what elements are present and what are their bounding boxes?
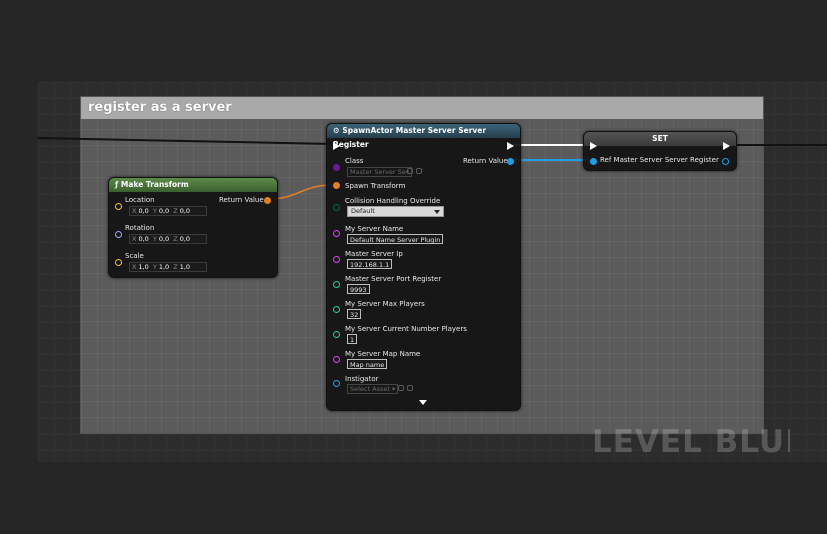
spawn-return-pin[interactable] xyxy=(507,158,514,165)
spawn-actor-node[interactable]: ⚙ SpawnActor Master Server Server Regist… xyxy=(326,123,521,411)
location-z[interactable]: 0,0 xyxy=(180,207,190,215)
set-exec-in-pin[interactable] xyxy=(590,142,597,150)
location-label: Location xyxy=(125,196,155,204)
browse-icon[interactable] xyxy=(407,168,413,174)
rotation-rotator[interactable]: X 0,0 Y 0,0 Z 0,0 xyxy=(129,234,207,244)
rotation-y[interactable]: 0,0 xyxy=(159,235,169,243)
set-node[interactable]: SET Ref Master Server Server Register xyxy=(583,131,737,171)
current-players-label: My Server Current Number Players xyxy=(345,325,467,333)
map-name-label: My Server Map Name xyxy=(345,350,421,358)
exec-in-pin[interactable] xyxy=(333,142,340,150)
chevron-down-icon xyxy=(434,210,440,214)
set-var-out-pin[interactable] xyxy=(722,158,729,165)
transform-return-label: Return Value xyxy=(219,196,264,204)
location-x[interactable]: 0,0 xyxy=(138,207,148,215)
use-selected-icon[interactable] xyxy=(407,385,413,391)
make-transform-header: ƒ Make Transform xyxy=(109,178,277,192)
ip-pin[interactable] xyxy=(333,256,340,263)
max-players-label: My Server Max Players xyxy=(345,300,425,308)
scale-pin[interactable] xyxy=(115,259,122,266)
location-pin[interactable] xyxy=(115,203,122,210)
location-vector[interactable]: X 0,0 Y 0,0 Z 0,0 xyxy=(129,206,207,216)
rotation-pin[interactable] xyxy=(115,231,122,238)
spawn-return-label: Return Value xyxy=(463,157,508,165)
set-var-label: Ref Master Server Server Register xyxy=(600,156,719,164)
current-players-pin[interactable] xyxy=(333,331,340,338)
server-name-label: My Server Name xyxy=(345,225,404,233)
exec-wire-in xyxy=(37,137,333,145)
function-icon: ƒ xyxy=(115,180,119,189)
max-players-pin[interactable] xyxy=(333,306,340,313)
rotation-x[interactable]: 0,0 xyxy=(138,235,148,243)
scale-y[interactable]: 1,0 xyxy=(159,263,169,271)
spawn-actor-header: ⚙ SpawnActor Master Server Server Regist… xyxy=(327,124,520,149)
map-name-field[interactable]: Map name xyxy=(347,359,388,369)
ip-label: Master Server Ip xyxy=(345,250,403,258)
make-transform-node[interactable]: ƒ Make Transform Location X 0,0 Y 0,0 Z 0,0… xyxy=(108,177,278,278)
class-pin[interactable] xyxy=(333,164,340,171)
collision-label: Collision Handling Override xyxy=(345,197,441,205)
rotation-z[interactable]: 0,0 xyxy=(180,235,190,243)
set-var-in-pin[interactable] xyxy=(590,158,597,165)
collision-pin[interactable] xyxy=(333,204,340,211)
max-players-field[interactable]: 32 xyxy=(347,309,362,319)
spawn-actor-title: SpawnActor Master Server Server Register xyxy=(333,126,487,149)
ip-field[interactable]: 192.168.1.1 xyxy=(347,259,393,269)
collision-dropdown[interactable]: Default xyxy=(347,206,444,217)
exec-out-pin[interactable] xyxy=(507,142,514,150)
port-field[interactable]: 9993 xyxy=(347,284,370,294)
scale-x[interactable]: 1,0 xyxy=(138,263,148,271)
set-header: SET xyxy=(584,132,736,146)
location-y[interactable]: 0,0 xyxy=(159,207,169,215)
rotation-label: Rotation xyxy=(125,224,155,232)
class-combo[interactable]: Master Server Se▾ xyxy=(347,167,413,177)
port-label: Master Server Port Register xyxy=(345,275,442,283)
class-label: Class xyxy=(345,157,364,165)
spawn-transform-pin[interactable] xyxy=(333,182,340,189)
instigator-combo[interactable]: Select Asset ▾ xyxy=(347,384,399,394)
set-title: SET xyxy=(652,134,668,143)
spawn-icon: ⚙ xyxy=(333,126,340,135)
spawn-transform-label: Spawn Transform xyxy=(345,182,406,190)
use-selected-icon[interactable] xyxy=(416,168,422,174)
browse-icon[interactable] xyxy=(398,385,404,391)
advanced-expand-icon[interactable] xyxy=(419,400,427,405)
set-exec-out-pin[interactable] xyxy=(723,142,730,150)
instigator-pin[interactable] xyxy=(333,380,340,387)
server-name-pin[interactable] xyxy=(333,230,340,237)
current-players-field[interactable]: 1 xyxy=(347,334,358,344)
scale-label: Scale xyxy=(125,252,144,260)
map-name-pin[interactable] xyxy=(333,356,340,363)
scale-vector[interactable]: X 1,0 Y 1,0 Z 1,0 xyxy=(129,262,207,272)
port-pin[interactable] xyxy=(333,281,340,288)
server-name-field[interactable]: Default Name Server Plugin xyxy=(347,234,444,244)
instigator-label: Instigator xyxy=(345,375,379,383)
make-transform-title: Make Transform xyxy=(120,180,189,189)
scale-z[interactable]: 1,0 xyxy=(180,263,190,271)
transform-return-pin[interactable] xyxy=(264,197,271,204)
